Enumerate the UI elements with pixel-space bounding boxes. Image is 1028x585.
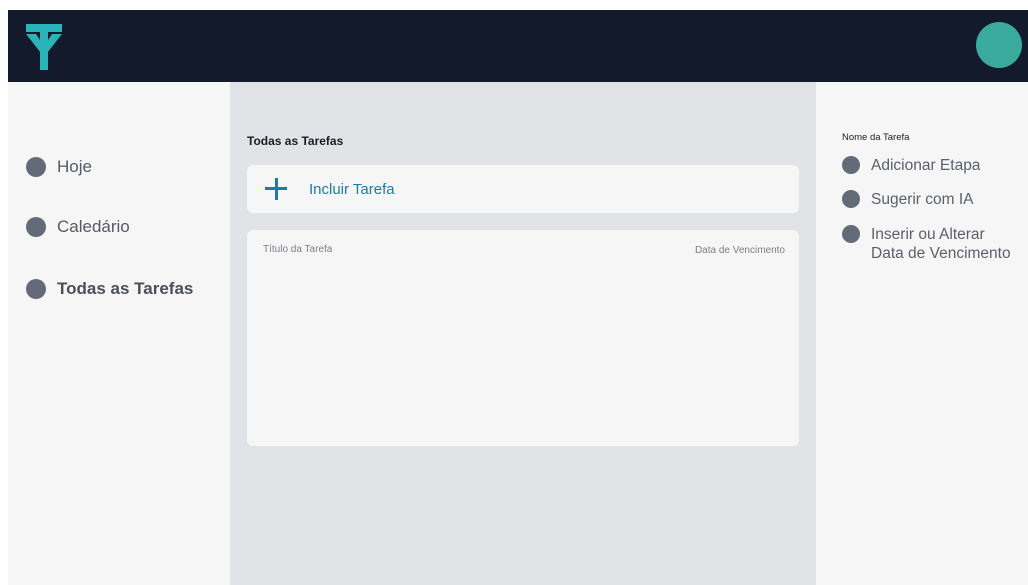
- task-list-panel: Todas as Tarefas Incluir Tarefa Título d…: [230, 82, 816, 585]
- add-task-button[interactable]: Incluir Tarefa: [247, 165, 799, 213]
- sidebar-item-hoje[interactable]: Hoje: [26, 157, 92, 177]
- circle-icon: [842, 190, 860, 208]
- app-window: Hoje Caledário Todas as Tarefas Todas as…: [8, 10, 1028, 585]
- task-table: Título da Tarefa Data de Vencimento: [247, 230, 799, 446]
- circle-icon: [26, 157, 46, 177]
- column-header-due-date[interactable]: Data de Vencimento: [695, 245, 785, 256]
- ty-logo-icon[interactable]: [22, 20, 72, 74]
- due-date-label: Inserir ou Alterar Data de Vencimento: [871, 226, 1011, 262]
- plus-icon: [265, 178, 287, 200]
- task-name-label: Nome da Tarefa: [842, 132, 910, 143]
- top-bar: [8, 10, 1028, 82]
- circle-icon: [842, 156, 860, 174]
- task-detail-panel: Nome da Tarefa Adicionar Etapa Sugerir c…: [816, 82, 1028, 585]
- sidebar-item-label: Hoje: [57, 157, 92, 176]
- sidebar: Hoje Caledário Todas as Tarefas: [8, 82, 230, 585]
- sidebar-item-todas-as-tarefas[interactable]: Todas as Tarefas: [26, 279, 193, 299]
- suggest-ai-button[interactable]: Sugerir com IA: [842, 190, 974, 209]
- circle-icon: [26, 279, 46, 299]
- circle-icon: [842, 225, 860, 243]
- add-step-button[interactable]: Adicionar Etapa: [842, 156, 980, 175]
- column-header-title[interactable]: Título da Tarefa: [263, 244, 332, 255]
- sidebar-item-label: Caledário: [57, 217, 130, 236]
- sidebar-item-label: Todas as Tarefas: [57, 279, 194, 298]
- due-date-button[interactable]: Inserir ou Alterar Data de Vencimento: [842, 225, 1011, 263]
- add-step-label: Adicionar Etapa: [871, 157, 981, 174]
- circle-icon: [26, 217, 46, 237]
- add-task-label: Incluir Tarefa: [309, 180, 395, 198]
- suggest-ai-label: Sugerir com IA: [871, 191, 974, 208]
- avatar[interactable]: [976, 22, 1022, 68]
- page-title: Todas as Tarefas: [247, 134, 344, 148]
- sidebar-item-calendario[interactable]: Caledário: [26, 217, 130, 237]
